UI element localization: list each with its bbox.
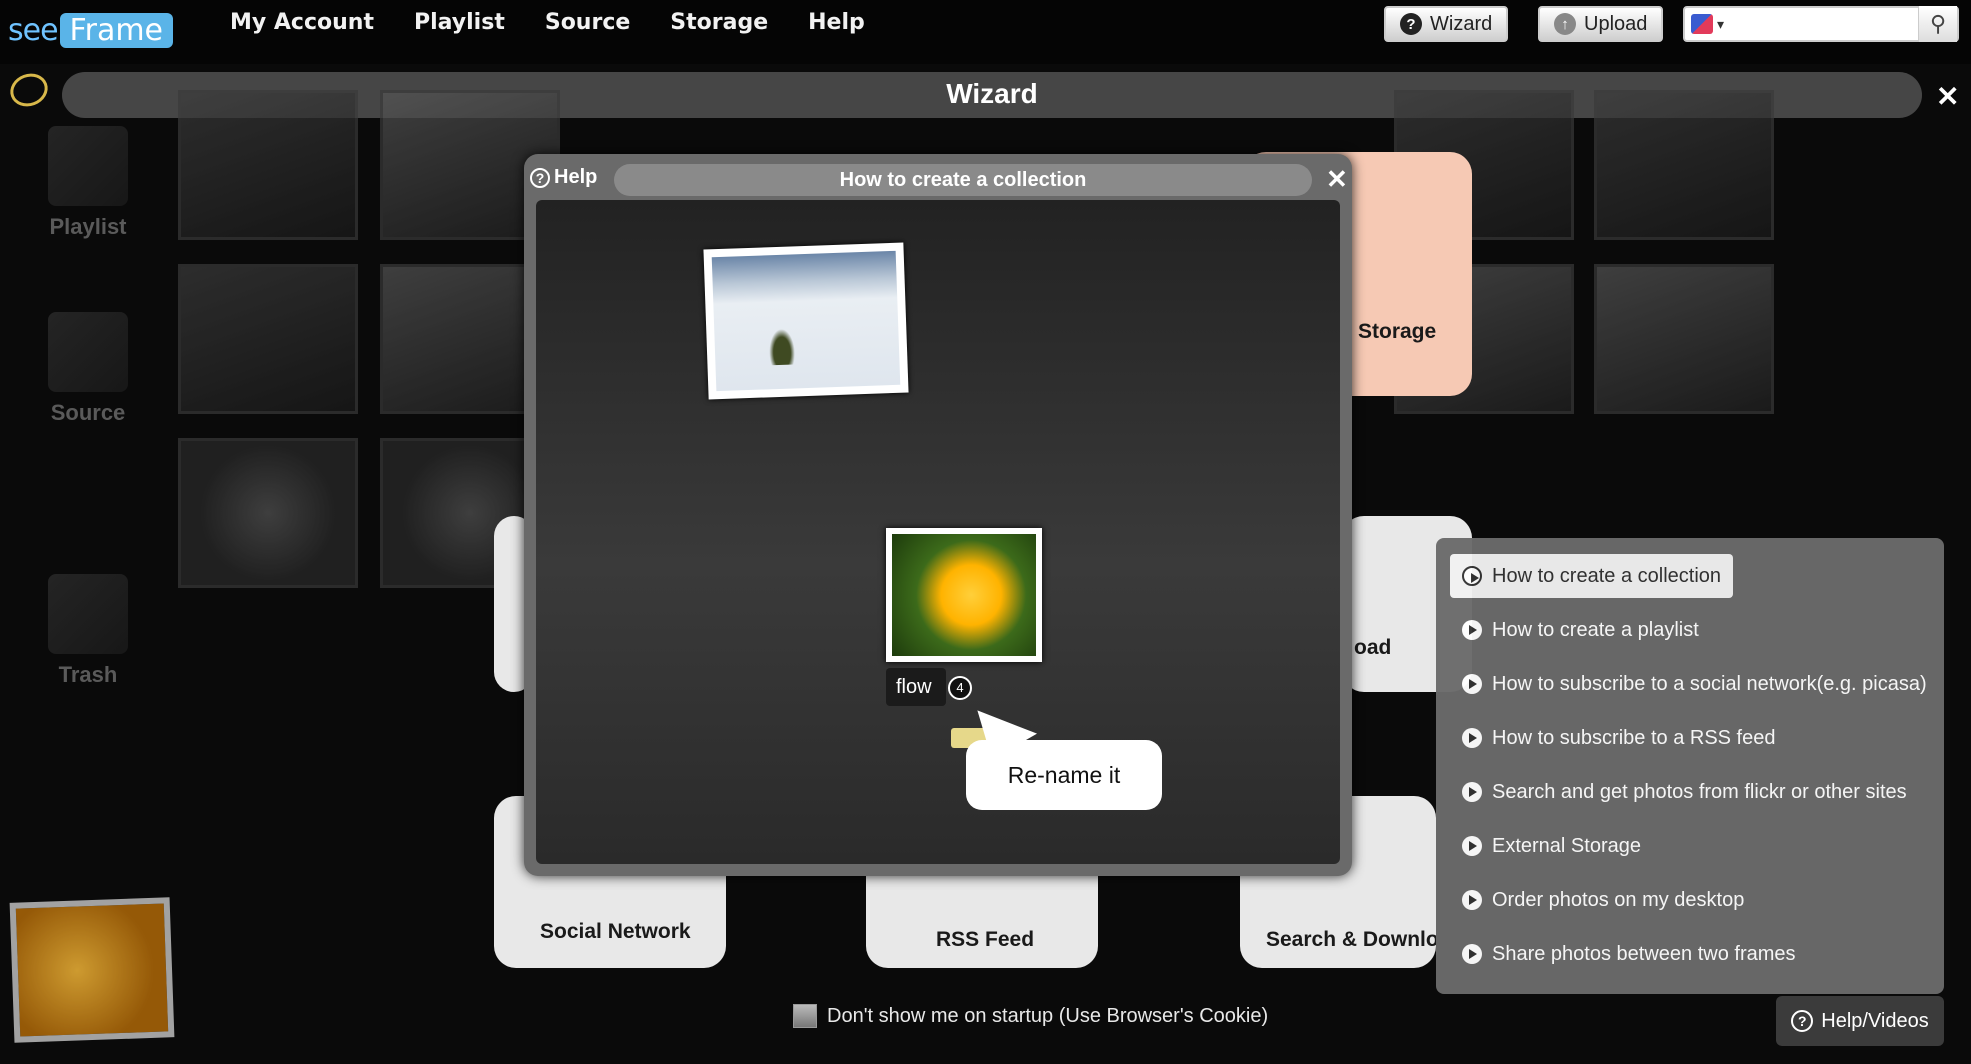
search-download-label: Search & Download [1266,928,1464,951]
menu-source[interactable]: Source [545,10,630,35]
help-topic-external-storage[interactable]: External Storage [1450,824,1653,868]
help-dialog: ? Help How to create a collection ✕ flow… [524,154,1352,876]
question-icon: ? [1400,13,1422,35]
help-topic-order-photos[interactable]: Order photos on my desktop [1450,878,1756,922]
question-icon: ? [1791,1010,1814,1032]
search-provider-icon[interactable] [1691,14,1713,34]
upload-button[interactable]: ↑ Upload [1538,6,1664,42]
photo-count-badge: 4 [948,676,972,700]
logo-see-text: see [8,12,59,48]
chevron-down-icon[interactable]: ▾ [1717,16,1724,33]
logo-frame-text: Frame [59,12,174,48]
help-label[interactable]: ? Help [530,166,597,189]
help-topic-social-network[interactable]: How to subscribe to a social network(e.g… [1450,662,1939,706]
storage-card-label: Storage [1358,320,1437,343]
help-topic-search-photos[interactable]: Search and get photos from flickr or oth… [1450,770,1919,814]
help-topic-label: Search and get photos from flickr or oth… [1492,780,1907,803]
play-icon [1462,944,1482,964]
help-topic-create-collection[interactable]: How to create a collection [1450,554,1734,598]
tutorial-animation-area: flow 4 Re-name it [536,200,1340,864]
play-icon [1462,674,1482,694]
question-icon: ? [530,167,550,188]
search-box[interactable]: ▾ ⚲ [1683,6,1959,42]
collection-name-input[interactable]: flow [886,668,946,706]
help-topic-label: External Storage [1492,834,1641,857]
help-topic-create-playlist[interactable]: How to create a playlist [1450,608,1711,652]
upload-card-label: oad [1354,636,1392,659]
upload-icon: ↑ [1554,13,1576,35]
play-icon [1462,566,1482,586]
play-icon [1462,728,1482,748]
rss-feed-label: RSS Feed [936,928,1035,951]
help-topic-label: How to subscribe to a social network(e.g… [1492,672,1927,695]
sidebar-item-trash[interactable]: Trash [28,574,148,688]
menu-my-account[interactable]: My Account [230,10,374,35]
main-menu: My Account Playlist Source Storage Help [230,10,865,35]
photo-thumbnail[interactable] [178,90,358,240]
help-topic-label: Share photos between two frames [1492,942,1796,965]
play-icon [1462,836,1482,856]
dialog-title: How to create a collection [614,164,1312,196]
corner-photo-thumbnail[interactable] [9,897,175,1043]
sidebar-item-playlist[interactable]: Playlist [28,126,148,240]
upload-button-label: Upload [1584,12,1648,35]
help-topics-panel: How to create a collection How to create… [1436,538,1944,994]
rename-speech-bubble: Re-name it [966,740,1162,810]
close-icon[interactable]: ✕ [1936,80,1959,113]
wizard-button[interactable]: ? Wizard [1384,6,1509,42]
help-topic-rss-feed[interactable]: How to subscribe to a RSS feed [1450,716,1787,760]
help-topic-label: How to subscribe to a RSS feed [1492,726,1776,749]
play-icon [1462,620,1482,640]
top-navigation-bar: see Frame My Account Playlist Source Sto… [0,0,1971,64]
wizard-logo-icon [5,68,53,112]
seeframe-logo[interactable]: see Frame [8,8,174,52]
playlist-icon [48,126,128,206]
help-topic-label: How to create a collection [1492,564,1722,587]
sidebar-item-label: Trash [58,662,118,687]
close-icon[interactable]: ✕ [1326,164,1348,195]
help-topic-label: How to create a playlist [1492,618,1699,641]
social-network-label: Social Network [540,920,691,943]
search-icon[interactable]: ⚲ [1918,6,1957,42]
dont-show-checkbox[interactable] [793,1004,817,1028]
play-icon [1462,782,1482,802]
source-icon [48,312,128,392]
menu-playlist[interactable]: Playlist [414,10,505,35]
flower-collection-photo [886,528,1042,662]
help-topic-label: Order photos on my desktop [1492,888,1745,911]
menu-storage[interactable]: Storage [670,10,768,35]
menu-help[interactable]: Help [808,10,865,35]
photo-thumbnail[interactable] [1594,264,1774,414]
startup-checkbox-row[interactable]: Don't show me on startup (Use Browser's … [793,1004,1268,1028]
dont-show-label: Don't show me on startup (Use Browser's … [827,1004,1269,1027]
trash-icon [48,574,128,654]
help-topic-share-photos[interactable]: Share photos between two frames [1450,932,1808,976]
sidebar-item-label: Playlist [49,214,127,239]
help-videos-label: Help/Videos [1821,1009,1929,1032]
sidebar-item-source[interactable]: Source [28,312,148,426]
snow-photo [703,242,909,400]
video-thumbnail[interactable] [178,438,358,588]
wizard-button-label: Wizard [1430,12,1493,35]
play-icon [1462,890,1482,910]
help-videos-button[interactable]: ? Help/Videos [1776,996,1944,1046]
photo-thumbnail[interactable] [1594,90,1774,240]
sidebar-item-label: Source [50,400,126,425]
photo-thumbnail[interactable] [178,264,358,414]
help-label-text: Help [554,166,598,188]
